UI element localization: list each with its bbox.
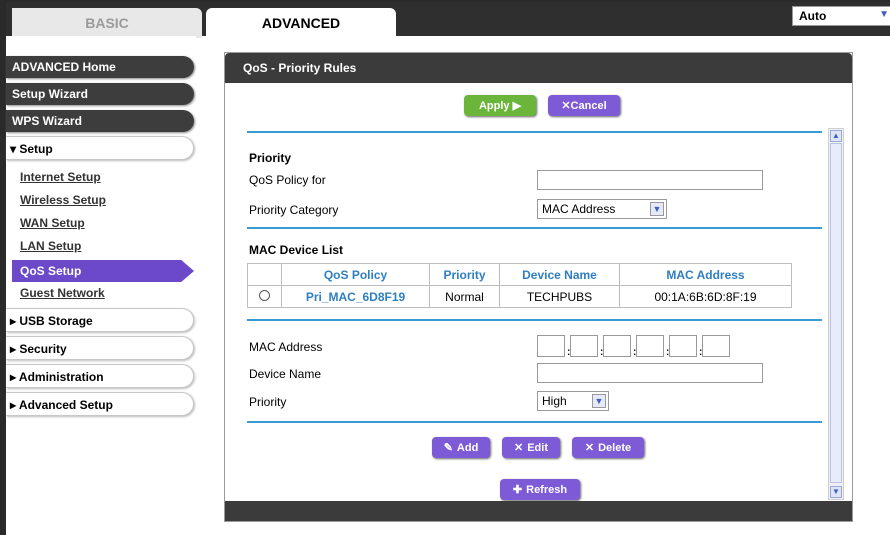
mac-device-list-heading: MAC Device List (249, 243, 344, 257)
apply-button[interactable]: Apply ▶ (464, 95, 536, 116)
col-select (247, 263, 282, 286)
radio-button[interactable] (259, 289, 270, 301)
mac-octet-3[interactable] (603, 335, 631, 357)
mac-octet-1[interactable] (537, 335, 565, 357)
panel-footer (225, 501, 852, 521)
panel-title: QoS - Priority Rules (225, 53, 852, 83)
cancel-button[interactable]: ✕Cancel (548, 95, 620, 116)
chevron-up-icon[interactable]: ▲ (830, 130, 842, 142)
priority-category-label: Priority Category (249, 203, 339, 217)
table-header-row: QoS Policy Priority Device Name MAC Addr… (247, 263, 792, 286)
language-select[interactable]: Auto ▼ (792, 6, 890, 26)
mac-octet-5[interactable] (669, 335, 697, 357)
chevron-down-icon[interactable]: ▼ (830, 486, 842, 498)
sidebar-item-qos-setup[interactable]: QoS Setup (12, 260, 194, 282)
device-name-label: Device Name (249, 367, 322, 381)
divider (247, 319, 822, 321)
top-bar: BASIC ADVANCED Auto ▼ (6, 2, 890, 38)
delete-button[interactable]: ✕ Delete (572, 437, 644, 458)
table-row[interactable]: Pri_MAC_6D8F19 Normal TECHPUBS 00:1A:6B:… (247, 285, 792, 308)
mac-address-label: MAC Address (249, 340, 323, 354)
tab-advanced[interactable]: ADVANCED (206, 8, 396, 38)
qos-rules-panel: QoS - Priority Rules Apply ▶ ✕Cancel Pri… (224, 52, 853, 522)
edit-button-label: Edit (527, 441, 548, 454)
divider (247, 131, 822, 133)
nav-wps-wizard[interactable]: WPS Wizard (6, 110, 194, 132)
col-mac-address: MAC Address (619, 263, 792, 286)
sidebar-item-guest-network[interactable]: Guest Network (20, 286, 105, 300)
row-select[interactable] (247, 285, 282, 308)
sidebar: ADVANCED Home Setup Wizard WPS Wizard ▾ … (6, 36, 196, 535)
chevron-down-icon: ▼ (879, 9, 889, 20)
mac-octet-6[interactable] (702, 335, 730, 357)
sidebar-item-wan-setup[interactable]: WAN Setup (20, 216, 85, 230)
mac-address-input-group: : : : : : (537, 335, 737, 359)
col-priority: Priority (429, 263, 500, 286)
nav-usb-storage[interactable]: ▸ USB Storage (6, 308, 194, 332)
scrollbar[interactable]: ▲ ▼ (828, 128, 844, 500)
add-button-label: Add (456, 441, 479, 454)
priority-value: High (542, 394, 567, 408)
row-device-name: TECHPUBS (499, 285, 620, 308)
row-qos-policy: Pri_MAC_6D8F19 (281, 285, 430, 308)
nav-advanced-setup[interactable]: ▸ Advanced Setup (6, 392, 194, 416)
plus-icon: ✚ (512, 484, 523, 496)
priority-label: Priority (249, 395, 287, 409)
priority-heading: Priority (249, 151, 292, 165)
nav-setup-wizard[interactable]: Setup Wizard (6, 83, 194, 105)
nav-administration[interactable]: ▸ Administration (6, 364, 194, 388)
nav-security[interactable]: ▸ Security (6, 336, 194, 360)
row-mac-address: 00:1A:6B:6D:8F:19 (619, 285, 792, 308)
close-icon: ✕ (514, 442, 524, 454)
language-value: Auto (799, 9, 827, 23)
sidebar-item-lan-setup[interactable]: LAN Setup (20, 239, 81, 253)
nav-advanced-home[interactable]: ADVANCED Home (6, 56, 194, 78)
sidebar-item-wireless-setup[interactable]: Wireless Setup (20, 193, 106, 207)
close-icon: ✕ (584, 442, 595, 454)
qos-policy-for-input[interactable] (537, 170, 763, 190)
priority-category-value: MAC Address (542, 202, 616, 216)
sidebar-item-internet-setup[interactable]: Internet Setup (20, 170, 101, 184)
chevron-down-icon: ▼ (592, 394, 606, 408)
edit-button[interactable]: ✕ Edit (502, 437, 560, 458)
delete-button-label: Delete (598, 441, 632, 454)
refresh-button[interactable]: ✚ Refresh (500, 479, 580, 500)
device-name-input[interactable] (537, 363, 763, 383)
scrollbar-thumb[interactable] (830, 143, 842, 483)
mac-octet-4[interactable] (636, 335, 664, 357)
refresh-button-label: Refresh (526, 483, 568, 496)
divider (247, 421, 822, 423)
col-device-name: Device Name (499, 263, 620, 286)
add-button[interactable]: ✎ Add (432, 437, 490, 458)
pencil-icon: ✎ (443, 442, 453, 454)
priority-select[interactable]: High ▼ (537, 391, 609, 411)
divider (247, 227, 822, 229)
col-qos-policy: QoS Policy (281, 263, 430, 286)
mac-device-table: QoS Policy Priority Device Name MAC Addr… (247, 263, 792, 308)
nav-setup[interactable]: ▾ Setup (6, 136, 194, 160)
mac-octet-2[interactable] (570, 335, 598, 357)
priority-category-select[interactable]: MAC Address ▼ (537, 199, 667, 219)
chevron-down-icon: ▼ (650, 202, 664, 216)
qos-policy-for-label: QoS Policy for (249, 173, 326, 187)
row-priority: Normal (429, 285, 500, 308)
tab-basic[interactable]: BASIC (12, 8, 202, 38)
